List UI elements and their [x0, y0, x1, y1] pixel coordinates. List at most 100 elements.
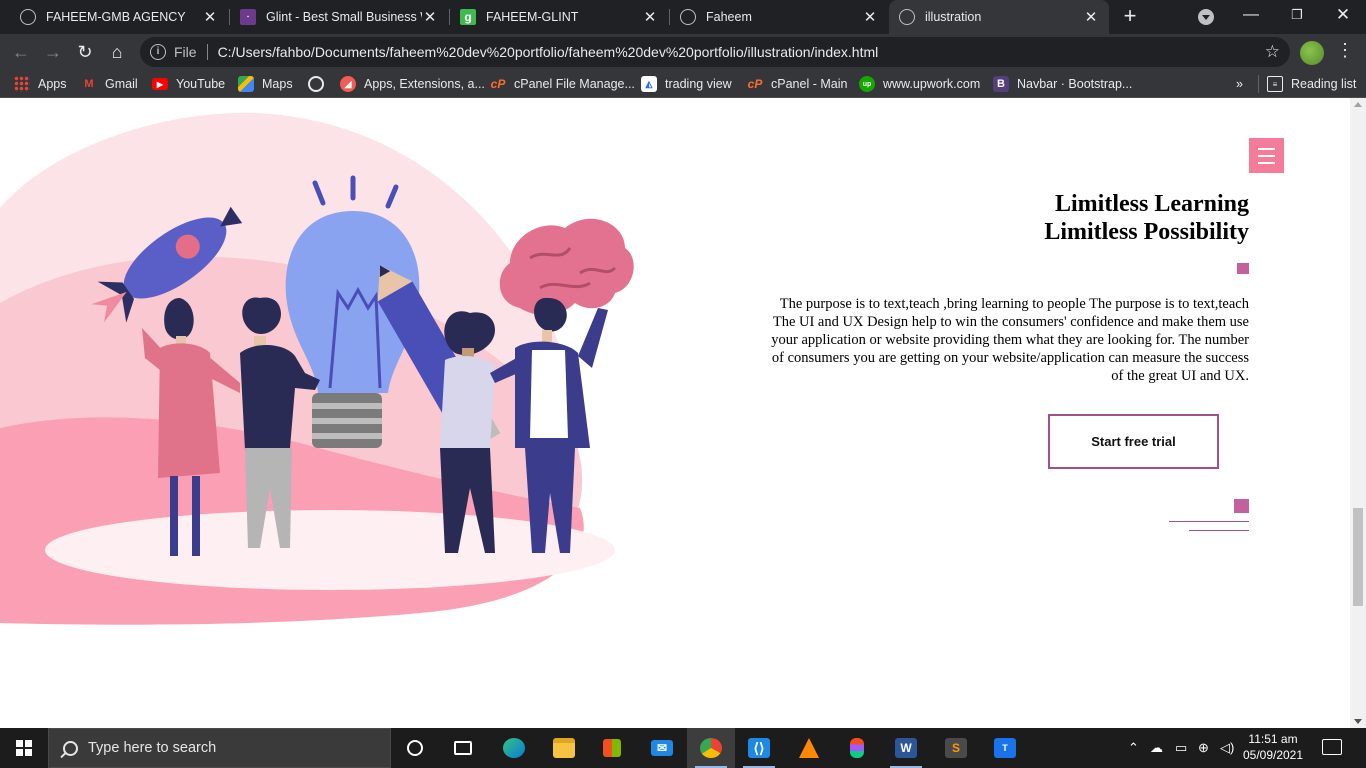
taskbar-figma[interactable] — [833, 728, 881, 768]
bookmark-gmail[interactable]: M Gmail — [81, 74, 138, 94]
taskbar-mail[interactable]: ✉ — [638, 728, 686, 768]
taskbar-vscode[interactable]: ⟨⟩ — [735, 728, 783, 768]
bookmark-upwork[interactable]: up www.upwork.com — [859, 74, 980, 94]
bookmark-cpanel-main[interactable]: cP cPanel - Main — [747, 74, 848, 94]
close-icon[interactable]: ✕ — [1083, 8, 1099, 26]
heading-line: Limitless Learning — [1054, 191, 1249, 217]
apps-grid-icon — [14, 76, 30, 92]
info-icon[interactable]: i — [150, 44, 166, 60]
colorlib-icon: ▪ — [240, 9, 256, 25]
bookmark-label: Gmail — [105, 77, 138, 91]
bookmark-navbar-bootstrap[interactable]: B Navbar · Bootstrap... — [993, 74, 1132, 94]
forward-button[interactable]: → — [40, 39, 66, 65]
reload-button[interactable]: ↻ — [72, 39, 98, 65]
bookmark-maps[interactable]: Maps — [238, 74, 293, 94]
notification-center-icon[interactable] — [1322, 739, 1342, 755]
scrollbar-thumb[interactable] — [1353, 508, 1363, 606]
bookmark-extensions[interactable]: ◢ Apps, Extensions, a... — [340, 74, 485, 94]
tab-title: FAHEEM-GLINT — [486, 10, 579, 24]
url-text[interactable]: C:/Users/fahbo/Documents/faheem%20dev%20… — [218, 44, 879, 60]
tradingview-icon: ◭ — [641, 76, 657, 92]
restore-button[interactable]: ❐ — [1274, 0, 1320, 30]
tab-title: Faheem — [706, 10, 752, 24]
start-button[interactable] — [0, 728, 48, 768]
scroll-up-icon[interactable] — [1354, 102, 1362, 107]
taskbar-store[interactable] — [588, 728, 636, 768]
system-clock[interactable]: 11:51 am 05/09/2021 — [1238, 731, 1308, 763]
bookmark-label: cPanel File Manage... — [514, 77, 635, 91]
battery-icon[interactable]: ▭ — [1175, 728, 1187, 768]
tab-faheem-glint[interactable]: g FAHEEM-GLINT ✕ — [450, 0, 668, 34]
tab-faheem[interactable]: Faheem ✕ — [670, 0, 888, 34]
network-icon[interactable]: ⊕ — [1198, 728, 1209, 768]
hamburger-menu-button[interactable] — [1249, 138, 1284, 173]
taskbar-search-box[interactable]: Type here to search — [48, 728, 391, 768]
tab-search-icon[interactable] — [1198, 9, 1214, 25]
page-scrollbar[interactable] — [1350, 98, 1366, 728]
bookmark-cpanel-file-manager[interactable]: cP cPanel File Manage... — [490, 74, 635, 94]
windows-taskbar: Type here to search ✉ ⟨⟩ W S T ⌃ ☁ ▭ ⊕ ◁… — [0, 728, 1366, 768]
bookmark-youtube[interactable]: ▶ YouTube — [152, 74, 225, 94]
menu-bar — [1258, 154, 1275, 157]
new-tab-button[interactable]: + — [1118, 4, 1142, 30]
close-icon[interactable]: ✕ — [202, 8, 218, 26]
close-icon[interactable]: ✕ — [642, 8, 658, 26]
taskbar-file-explorer[interactable] — [540, 728, 588, 768]
cortana-icon — [407, 740, 423, 756]
mail-icon: ✉ — [651, 740, 673, 756]
cortana-button[interactable] — [391, 728, 439, 768]
volume-icon[interactable]: ◁) — [1220, 728, 1234, 768]
divider — [1258, 75, 1259, 93]
minimize-button[interactable]: — — [1228, 0, 1274, 30]
menu-kebab-icon[interactable]: ⋮ — [1336, 40, 1354, 61]
bookmark-label: YouTube — [176, 77, 226, 91]
globe-icon — [308, 76, 324, 92]
tab-illustration[interactable]: illustration ✕ — [889, 0, 1109, 34]
vlc-icon — [799, 738, 819, 758]
taskbar-word[interactable]: W — [882, 728, 930, 768]
bookmark-label: Apps — [38, 77, 67, 91]
taskbar-chrome[interactable] — [687, 728, 735, 768]
start-free-trial-button[interactable]: Start free trial — [1048, 414, 1219, 469]
scroll-down-icon[interactable] — [1354, 719, 1362, 724]
close-icon[interactable]: ✕ — [862, 8, 878, 26]
show-hidden-icons-button[interactable]: ⌃ — [1128, 728, 1139, 768]
back-button[interactable]: ← — [8, 39, 34, 65]
taskbar-edge[interactable] — [490, 728, 538, 768]
youtube-icon: ▶ — [152, 78, 168, 90]
close-window-button[interactable]: ✕ — [1320, 0, 1366, 30]
bootstrap-icon: B — [993, 76, 1009, 92]
more-bookmarks-button[interactable]: » — [1236, 74, 1243, 94]
globe-icon — [20, 9, 36, 25]
people-lightbulb-illustration — [0, 112, 634, 625]
menu-bar — [1258, 147, 1275, 150]
taskbar-vlc[interactable] — [785, 728, 833, 768]
bookmark-globe[interactable] — [308, 74, 332, 94]
taskbar-typora[interactable]: T — [981, 728, 1029, 768]
tab-title: FAHEEM-GMB AGENCY — [46, 10, 186, 24]
close-icon[interactable]: ✕ — [422, 8, 438, 26]
glitch-icon: g — [460, 9, 476, 25]
reading-list-button[interactable]: ≡ Reading list — [1267, 74, 1356, 94]
tab-glint[interactable]: ▪ Glint - Best Small Business W ✕ — [230, 0, 448, 34]
bookmark-trading-view[interactable]: ◭ trading view — [641, 74, 732, 94]
globe-icon — [680, 9, 696, 25]
app-icon: T — [994, 738, 1016, 758]
profile-avatar[interactable] — [1300, 41, 1324, 65]
decorative-square — [1237, 263, 1249, 274]
bookmark-apps[interactable]: Apps — [14, 74, 67, 94]
clock-date: 05/09/2021 — [1242, 748, 1304, 762]
browser-tab-strip: FAHEEM-GMB AGENCY ✕ ▪ Glint - Best Small… — [0, 0, 1366, 34]
chevron-up-icon: ⌃ — [1128, 740, 1139, 755]
home-button[interactable]: ⌂ — [104, 39, 130, 65]
word-icon: W — [895, 738, 917, 758]
taskbar-sublime[interactable]: S — [932, 728, 980, 768]
bookmark-star-icon[interactable]: ☆ — [1265, 42, 1280, 62]
address-bar[interactable]: i File C:/Users/fahbo/Documents/faheem%2… — [140, 37, 1290, 67]
onedrive-icon[interactable]: ☁ — [1150, 728, 1163, 768]
chrome-icon — [700, 738, 722, 758]
store-icon — [603, 739, 621, 757]
tab-faheem-gmb-agency[interactable]: FAHEEM-GMB AGENCY ✕ — [10, 0, 228, 34]
folder-icon — [553, 738, 575, 758]
task-view-button[interactable] — [439, 728, 487, 768]
